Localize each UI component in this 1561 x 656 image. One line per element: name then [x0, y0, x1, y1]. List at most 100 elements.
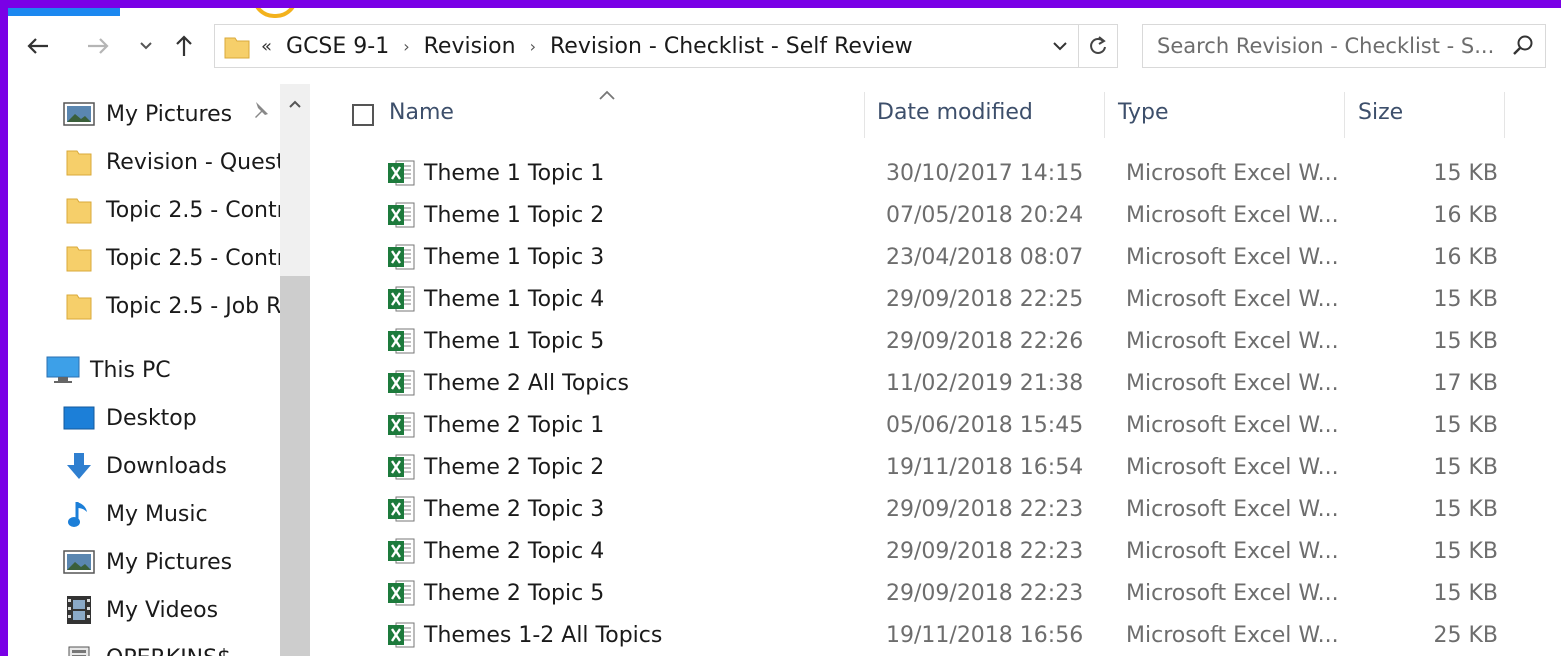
nav-item-music[interactable]: My Music: [62, 492, 310, 536]
nav-item-this-pc[interactable]: This PC: [46, 348, 310, 392]
refresh-button[interactable]: [1078, 25, 1117, 67]
file-date-modified: 30/10/2017 14:15: [886, 160, 1084, 186]
recent-locations-button[interactable]: [132, 32, 160, 60]
file-row[interactable]: Theme 1 Topic 2 07/05/2018 20:24 Microsoft…: [386, 194, 1561, 236]
nav-item-label: My Music: [106, 501, 208, 527]
file-date-modified: 07/05/2018 20:24: [886, 202, 1084, 228]
nav-item-folder[interactable]: Topic 2.5 - Contr: [62, 236, 310, 280]
chevron-right-icon[interactable]: ›: [530, 37, 536, 56]
breadcrumb-item[interactable]: Revision - Checklist - Self Review: [550, 34, 913, 59]
nav-pane-scrollbar[interactable]: [280, 84, 310, 656]
address-dropdown-button[interactable]: [1047, 33, 1073, 59]
file-row[interactable]: Theme 1 Topic 3 23/04/2018 08:07 Microsoft…: [386, 236, 1561, 278]
nav-item-label: Downloads: [106, 453, 227, 479]
file-date-modified: 19/11/2018 16:54: [886, 454, 1084, 480]
file-name-cell[interactable]: Theme 1 Topic 1: [386, 152, 604, 194]
excel-file-icon: [386, 158, 416, 188]
breadcrumb-item[interactable]: Revision: [424, 34, 516, 59]
nav-item-desktop[interactable]: Desktop: [62, 396, 310, 440]
file-type: Microsoft Excel W...: [1126, 622, 1339, 648]
file-name-cell[interactable]: Themes 1-2 All Topics: [386, 614, 662, 656]
file-date-modified: 29/09/2018 22:25: [886, 286, 1084, 312]
excel-file-icon: [386, 200, 416, 230]
up-arrow-icon: [176, 35, 192, 56]
file-name-cell[interactable]: Theme 2 Topic 4: [386, 530, 604, 572]
folder-icon: [62, 291, 96, 321]
chevron-down-icon: [1053, 42, 1067, 51]
search-box[interactable]: [1142, 24, 1546, 68]
file-name-cell[interactable]: Theme 2 Topic 5: [386, 572, 604, 614]
up-button[interactable]: [170, 32, 198, 60]
excel-file-icon: [386, 494, 416, 524]
chevron-right-icon[interactable]: ›: [403, 37, 409, 56]
forward-button[interactable]: [84, 32, 112, 60]
nav-item-downloads[interactable]: Downloads: [62, 444, 310, 488]
downloads-icon: [62, 451, 96, 481]
column-divider[interactable]: [1504, 92, 1505, 138]
file-row[interactable]: Theme 1 Topic 1 30/10/2017 14:15 Microsoft…: [386, 152, 1561, 194]
file-row[interactable]: Theme 2 All Topics 11/02/2019 21:38 Micros…: [386, 362, 1561, 404]
column-header-date-modified[interactable]: Date modified: [877, 84, 1033, 140]
excel-file-icon: [386, 368, 416, 398]
file-name-cell[interactable]: Theme 2 All Topics: [386, 362, 629, 404]
file-name: Theme 1 Topic 1: [424, 160, 605, 186]
column-header-size[interactable]: Size: [1358, 84, 1403, 140]
column-divider[interactable]: [1344, 92, 1345, 138]
file-name-cell[interactable]: Theme 1 Topic 4: [386, 278, 604, 320]
file-row[interactable]: Theme 2 Topic 2 19/11/2018 16:54 Microsoft…: [386, 446, 1561, 488]
file-name-cell[interactable]: Theme 1 Topic 2: [386, 194, 604, 236]
nav-item-network-drive[interactable]: OPERKINS$: [62, 636, 310, 656]
file-date-modified: 29/09/2018 22:26: [886, 328, 1084, 354]
file-size: 16 KB: [1433, 202, 1498, 228]
file-size: 15 KB: [1433, 496, 1498, 522]
column-divider[interactable]: [1104, 92, 1105, 138]
pictures-icon: [62, 99, 96, 129]
file-name: Theme 1 Topic 3: [424, 244, 605, 270]
file-size: 15 KB: [1433, 160, 1498, 186]
pin-icon[interactable]: [248, 100, 270, 126]
nav-item-folder[interactable]: Revision - Quest: [62, 140, 310, 184]
file-name-cell[interactable]: Theme 2 Topic 3: [386, 488, 604, 530]
scroll-up-button[interactable]: [280, 84, 310, 124]
file-row[interactable]: Theme 2 Topic 5 29/09/2018 22:23 Microsoft…: [386, 572, 1561, 614]
search-icon[interactable]: [1511, 34, 1535, 58]
nav-item-label: My Videos: [106, 597, 219, 623]
file-row[interactable]: Theme 1 Topic 5 29/09/2018 22:26 Microsoft…: [386, 320, 1561, 362]
file-name: Theme 1 Topic 4: [424, 286, 605, 312]
file-size: 15 KB: [1433, 580, 1498, 606]
folder-icon: [223, 33, 251, 65]
nav-item-pictures[interactable]: My Pictures: [62, 540, 310, 584]
file-row[interactable]: Themes 1-2 All Topics 19/11/2018 16:56 Mic…: [386, 614, 1561, 656]
select-all-checkbox[interactable]: [352, 104, 374, 126]
breadcrumb-overflow[interactable]: «: [261, 36, 272, 57]
back-button[interactable]: [24, 32, 52, 60]
file-name-cell[interactable]: Theme 1 Topic 3: [386, 236, 604, 278]
column-header-name[interactable]: Name: [389, 84, 454, 140]
column-divider[interactable]: [864, 92, 865, 138]
nav-item-my-pictures-quick[interactable]: My Pictures: [62, 92, 310, 136]
file-type: Microsoft Excel W...: [1126, 244, 1339, 270]
file-name-cell[interactable]: Theme 2 Topic 1: [386, 404, 604, 446]
navigation-pane: My Pictures Revision - Quest Topic 2.5 -…: [8, 84, 310, 656]
file-date-modified: 23/04/2018 08:07: [886, 244, 1084, 270]
file-type: Microsoft Excel W...: [1126, 412, 1339, 438]
column-header-type[interactable]: Type: [1118, 84, 1169, 140]
file-name-cell[interactable]: Theme 2 Topic 2: [386, 446, 604, 488]
file-row[interactable]: Theme 2 Topic 4 29/09/2018 22:23 Microsoft…: [386, 530, 1561, 572]
file-row[interactable]: Theme 1 Topic 4 29/09/2018 22:25 Microsoft…: [386, 278, 1561, 320]
file-date-modified: 19/11/2018 16:56: [886, 622, 1084, 648]
nav-item-videos[interactable]: My Videos: [62, 588, 310, 632]
nav-item-folder[interactable]: Topic 2.5 - Job R: [62, 284, 310, 328]
file-row[interactable]: Theme 2 Topic 3 29/09/2018 22:23 Microsoft…: [386, 488, 1561, 530]
file-size: 17 KB: [1433, 370, 1498, 396]
file-row[interactable]: Theme 2 Topic 1 05/06/2018 15:45 Microsoft…: [386, 404, 1561, 446]
file-name-cell[interactable]: Theme 1 Topic 5: [386, 320, 604, 362]
search-input[interactable]: [1157, 25, 1497, 67]
scrollbar-thumb[interactable]: [280, 276, 310, 656]
excel-file-icon: [386, 410, 416, 440]
breadcrumb-item[interactable]: GCSE 9-1: [286, 34, 389, 59]
file-type: Microsoft Excel W...: [1126, 454, 1339, 480]
file-date-modified: 29/09/2018 22:23: [886, 538, 1084, 564]
nav-item-folder[interactable]: Topic 2.5 - Contr: [62, 188, 310, 232]
address-bar[interactable]: « GCSE 9-1 › Revision › Revision - Check…: [214, 24, 1118, 68]
